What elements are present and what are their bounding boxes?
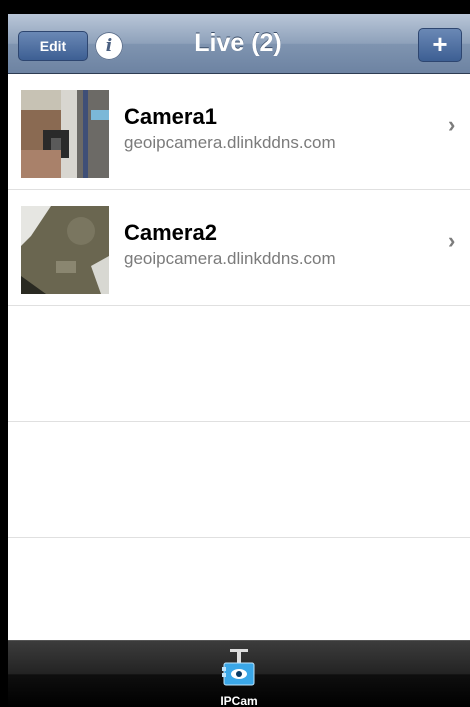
edit-button[interactable]: Edit: [18, 31, 88, 61]
camera-host: geoipcamera.dlinkddns.com: [124, 133, 336, 152]
camera-thumbnail: [21, 206, 109, 294]
device-frame: Edit i Live (2) + Camera1 geoipcamera.dl…: [0, 0, 470, 707]
info-icon[interactable]: i: [95, 32, 123, 60]
app-screen: Edit i Live (2) + Camera1 geoipcamera.dl…: [8, 14, 470, 707]
navigation-bar: Edit i Live (2) +: [8, 14, 470, 74]
camera-name: Camera2: [124, 220, 217, 245]
camera-host: geoipcamera.dlinkddns.com: [124, 249, 336, 268]
tab-label: IPCam: [220, 694, 258, 707]
tab-ipcam[interactable]: IPCam: [212, 643, 266, 707]
chevron-right-icon: ›: [448, 228, 456, 253]
camera-name: Camera1: [124, 104, 217, 129]
page-title: Live (2): [194, 29, 282, 57]
camera-thumbnail: [21, 90, 109, 178]
camera-row-1[interactable]: Camera1 geoipcamera.dlinkddns.com ›: [8, 74, 470, 190]
tab-bar: IPCam: [8, 640, 470, 707]
ipcam-icon: [222, 649, 255, 686]
chevron-right-icon: ›: [448, 112, 456, 137]
empty-row: [8, 538, 470, 640]
add-camera-button[interactable]: +: [418, 28, 462, 62]
empty-row: [8, 422, 470, 538]
empty-row: [8, 306, 470, 422]
camera-row-2[interactable]: Camera2 geoipcamera.dlinkddns.com ›: [8, 190, 470, 306]
